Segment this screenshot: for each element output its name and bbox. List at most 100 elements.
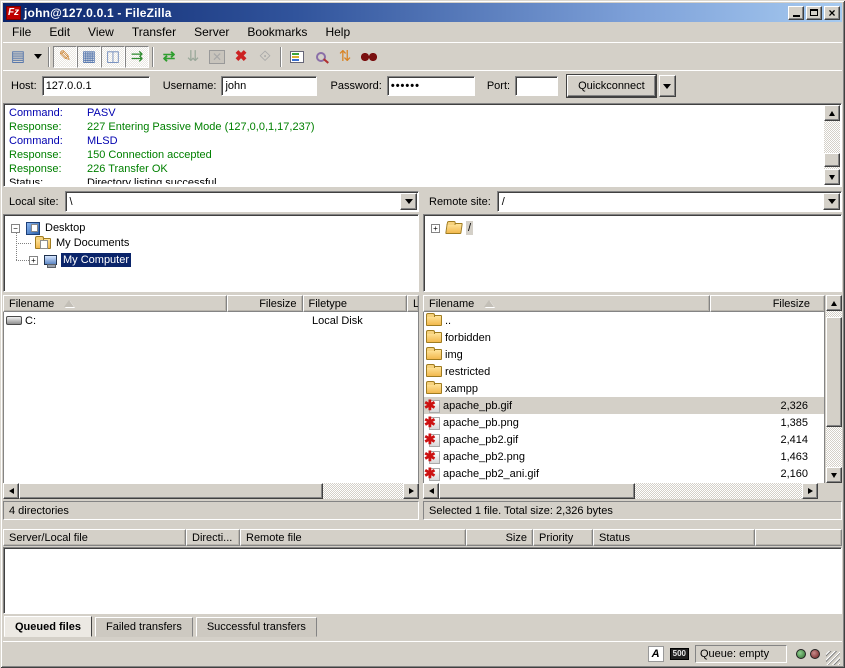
remote-file-row[interactable]: apache_pb2.gif2,414: [424, 431, 824, 448]
tab-failed-transfers[interactable]: Failed transfers: [95, 617, 193, 637]
remote-file-row[interactable]: apache_pb2.png1,463: [424, 448, 824, 465]
menu-server[interactable]: Server: [185, 22, 238, 42]
scroll-thumb[interactable]: [824, 153, 840, 167]
speed-limit-icon[interactable]: 500: [670, 648, 689, 660]
close-button[interactable]: ×: [824, 6, 840, 20]
column-label: Filetype: [309, 298, 348, 310]
scroll-left-button[interactable]: [3, 483, 19, 499]
local-list-header: Filename Filesize Filetype L: [3, 295, 419, 312]
scroll-up-button[interactable]: [824, 105, 840, 121]
minimize-button[interactable]: [788, 6, 804, 20]
host-input[interactable]: [43, 80, 149, 92]
toggle-message-log-button[interactable]: ✎: [53, 46, 77, 68]
site-manager-button[interactable]: ▤: [6, 46, 30, 68]
column-label: Directi...: [192, 532, 232, 544]
local-tree-toggle-icon: ▦: [82, 49, 96, 64]
expand-icon[interactable]: +: [431, 224, 440, 233]
local-file-row[interactable]: C: Local Disk: [4, 312, 418, 329]
tab-successful-transfers[interactable]: Successful transfers: [196, 617, 317, 637]
menu-help[interactable]: Help: [316, 22, 359, 42]
scroll-thumb[interactable]: [826, 317, 842, 427]
quickconnect-dropdown[interactable]: [659, 75, 676, 97]
refresh-button[interactable]: ⇄: [157, 46, 181, 68]
column-header-priority[interactable]: Priority: [533, 529, 593, 546]
menu-transfer[interactable]: Transfer: [123, 22, 185, 42]
image-file-icon: [426, 450, 440, 464]
remote-site-combo[interactable]: /: [497, 191, 842, 212]
tree-item-my-computer[interactable]: + My Computer: [29, 253, 131, 267]
remote-file-row[interactable]: img: [424, 346, 824, 363]
password-input[interactable]: [388, 80, 474, 92]
log-label: Response:: [9, 120, 87, 134]
toggle-remote-tree-button[interactable]: ◫: [101, 46, 125, 68]
menu-edit[interactable]: Edit: [40, 22, 79, 42]
toggle-queue-button[interactable]: ⇉: [125, 46, 149, 68]
disconnect-button[interactable]: ✖: [229, 46, 253, 68]
tab-queued-files[interactable]: Queued files: [4, 616, 92, 637]
transfer-type-indicator-icon[interactable]: A: [648, 646, 664, 662]
remote-site-dropdown[interactable]: [823, 193, 840, 210]
cancel-operation-button[interactable]: ✕: [205, 46, 229, 68]
local-site-combo[interactable]: \: [65, 191, 419, 212]
expand-icon[interactable]: +: [29, 256, 38, 265]
scroll-down-button[interactable]: [824, 169, 840, 185]
column-header-lastmodified[interactable]: L: [407, 295, 419, 312]
column-header-direction[interactable]: Directi...: [186, 529, 240, 546]
tree-item-my-documents[interactable]: My Documents: [35, 236, 131, 250]
directory-comparison-button[interactable]: [309, 46, 333, 68]
process-queue-button[interactable]: ⇊: [181, 46, 205, 68]
column-header-filename[interactable]: Filename: [423, 295, 710, 312]
synchronized-browsing-button[interactable]: ⇅: [333, 46, 357, 68]
column-header-filename[interactable]: Filename: [3, 295, 227, 312]
tree-item-label: My Documents: [54, 236, 131, 250]
remote-file-row[interactable]: apache_pb.png1,385: [424, 414, 824, 431]
find-files-button[interactable]: [357, 46, 381, 68]
column-header-filesize[interactable]: Filesize: [227, 295, 303, 312]
tree-item-desktop[interactable]: − Desktop: [11, 221, 87, 235]
image-file-icon: [426, 416, 440, 430]
column-header-filesize[interactable]: Filesize: [710, 295, 825, 312]
filter-button[interactable]: [285, 46, 309, 68]
collapse-icon[interactable]: −: [11, 224, 20, 233]
column-header-status[interactable]: Status: [593, 529, 755, 546]
column-label: L: [413, 298, 419, 310]
scroll-right-button[interactable]: [802, 483, 818, 499]
remote-vscrollbar[interactable]: [826, 295, 842, 483]
column-header-filetype[interactable]: Filetype: [303, 295, 407, 312]
menu-bookmarks[interactable]: Bookmarks: [238, 22, 316, 42]
local-hscrollbar[interactable]: [3, 483, 419, 499]
maximize-button[interactable]: [806, 6, 822, 20]
local-site-dropdown[interactable]: [400, 193, 417, 210]
remote-file-row[interactable]: forbidden: [424, 329, 824, 346]
column-header-size[interactable]: Size: [466, 529, 533, 546]
remote-file-row[interactable]: apache_pb2_ani.gif2,160: [424, 465, 824, 482]
remote-file-row[interactable]: ..: [424, 312, 824, 329]
log-scrollbar[interactable]: [824, 105, 840, 185]
queue-toggle-icon: ⇉: [131, 49, 144, 64]
quickconnect-button[interactable]: Quickconnect: [567, 75, 656, 97]
remote-file-row[interactable]: restricted: [424, 363, 824, 380]
scroll-left-button[interactable]: [423, 483, 439, 499]
tree-item-root[interactable]: + /: [431, 221, 473, 235]
site-manager-dropdown[interactable]: [30, 46, 45, 68]
reconnect-button[interactable]: ⟐: [253, 46, 277, 68]
scroll-thumb[interactable]: [439, 483, 635, 499]
title-bar[interactable]: Fz john@127.0.0.1 - FileZilla ×: [3, 3, 842, 22]
remote-file-row-selected[interactable]: apache_pb.gif2,326: [424, 397, 824, 414]
scroll-right-button[interactable]: [403, 483, 419, 499]
transfer-queue-list[interactable]: [3, 547, 842, 614]
username-input[interactable]: [222, 80, 316, 92]
menu-file[interactable]: File: [3, 22, 40, 42]
remote-status-text: Selected 1 file. Total size: 2,326 bytes: [429, 505, 613, 517]
toggle-local-tree-button[interactable]: ▦: [77, 46, 101, 68]
port-input[interactable]: [516, 80, 557, 92]
scroll-thumb[interactable]: [19, 483, 323, 499]
column-header-remote-file[interactable]: Remote file: [240, 529, 466, 546]
scroll-up-button[interactable]: [826, 295, 842, 311]
menu-view[interactable]: View: [79, 22, 123, 42]
resize-grip[interactable]: [826, 651, 840, 665]
remote-hscrollbar[interactable]: [423, 483, 818, 499]
scroll-down-button[interactable]: [826, 467, 842, 483]
column-header-server-local-file[interactable]: Server/Local file: [3, 529, 186, 546]
remote-file-row[interactable]: xampp: [424, 380, 824, 397]
